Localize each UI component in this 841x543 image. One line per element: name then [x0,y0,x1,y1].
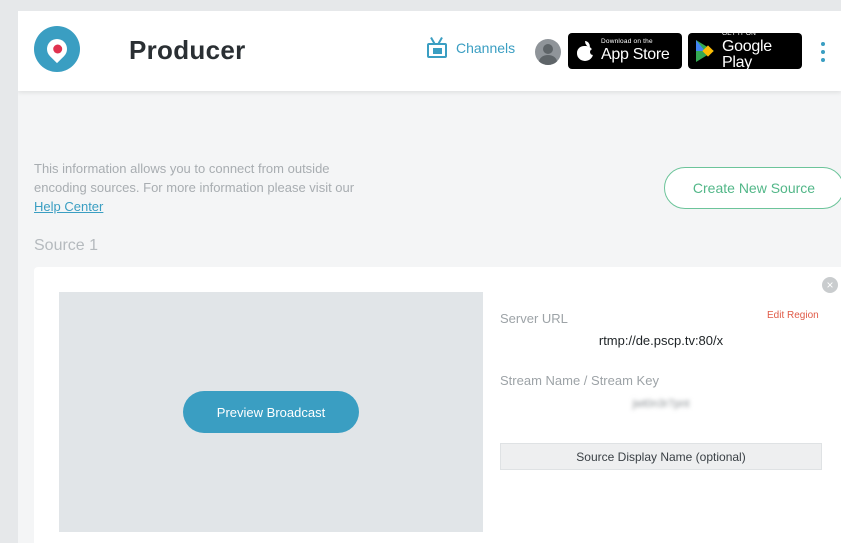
channels-link[interactable]: Channels [426,37,515,59]
periscope-logo-icon[interactable] [34,26,80,72]
stream-key-label: Stream Name / Stream Key [500,373,659,388]
page-title: Producer [129,35,246,65]
google-play-small-text: GET IT ON [722,29,757,37]
app-store-badge[interactable]: Download on the App Store [568,33,682,69]
app-store-big-text: App Store [601,46,670,64]
help-center-link[interactable]: Help Center [34,199,103,214]
info-text: This information allows you to connect f… [34,159,374,216]
top-bar: Producer Channels Download on the App St… [18,11,841,91]
apple-icon [576,41,596,61]
server-url-label: Server URL [500,311,568,326]
source-card: × Preview Broadcast Server URL Edit Regi… [34,267,841,543]
source-title: Source 1 [34,237,99,254]
create-new-source-button[interactable]: Create New Source [664,167,841,209]
google-play-badge[interactable]: GET IT ON Google Play [688,29,802,72]
channels-label: Channels [456,40,516,56]
tv-icon [426,37,448,59]
preview-broadcast-button[interactable]: Preview Broadcast [183,391,359,433]
close-icon[interactable]: × [822,277,838,293]
google-play-big-text: Google Play [722,38,772,72]
kebab-menu-icon[interactable] [820,42,826,62]
avatar[interactable] [535,39,561,65]
stream-key-value: jwt0n3r7pnt [632,398,690,410]
app-store-small-text: Download on the [601,37,653,45]
edit-region-link[interactable]: Edit Region [767,310,819,321]
info-body: This information allows you to connect f… [34,161,355,195]
preview-area: Preview Broadcast [59,292,483,532]
google-play-icon [696,40,714,62]
app-window: Producer Channels Download on the App St… [18,11,841,543]
server-url-value: rtmp://de.pscp.tv:80/x [598,333,724,348]
source-display-name-input[interactable] [500,443,822,470]
